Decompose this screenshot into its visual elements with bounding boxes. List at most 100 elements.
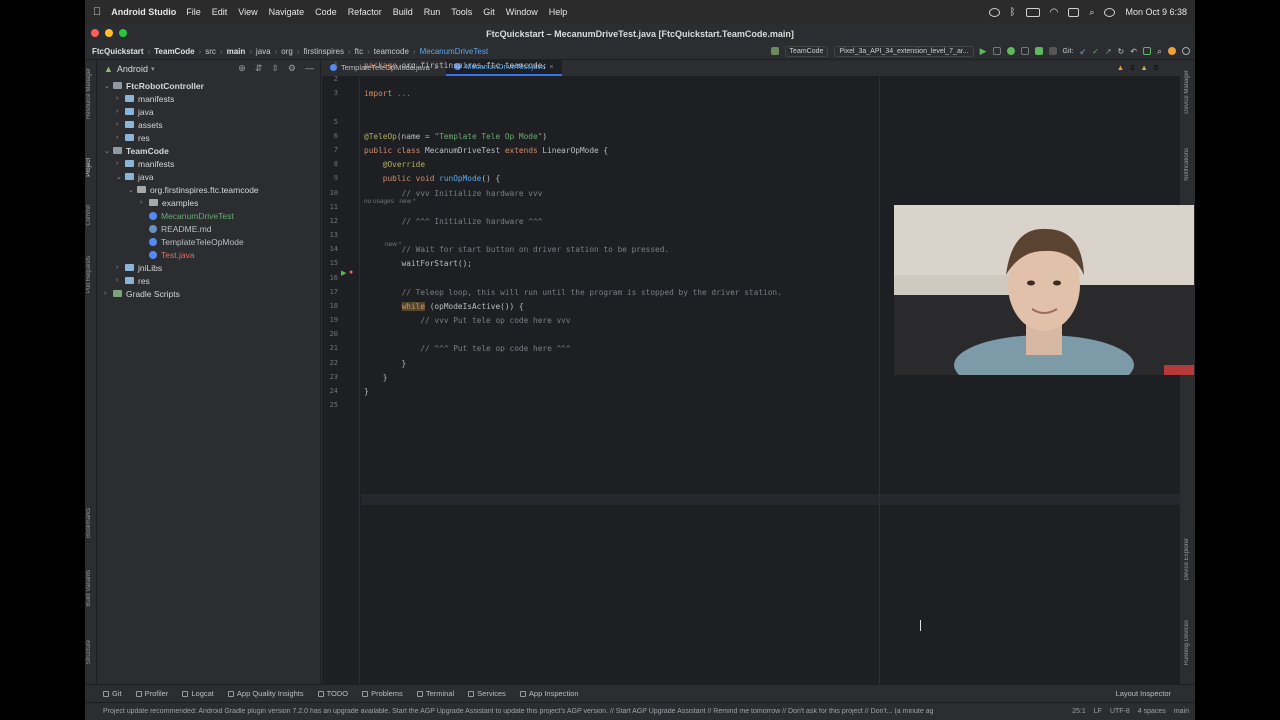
chevron-down-icon[interactable]: ⌄	[116, 173, 125, 181]
search-icon[interactable]: ⌕	[1089, 7, 1094, 18]
tree-item[interactable]: ⌄ FtcRobotController	[104, 79, 204, 92]
git-update-icon[interactable]: ↙	[1079, 47, 1086, 56]
git-branch[interactable]: main	[1174, 708, 1189, 715]
device-select[interactable]: Pixel_3a_API_34_extension_level_7_ar...	[834, 45, 974, 57]
menu-tools[interactable]: Tools	[451, 7, 472, 17]
run-config-select[interactable]: TeamCode	[784, 45, 829, 57]
tree-item[interactable]: MecanumDriveTest	[140, 209, 234, 222]
breadcrumb-item[interactable]: FtcQuickstart	[92, 47, 144, 56]
screen-record-icon[interactable]	[988, 7, 1000, 17]
override-gutter-icon[interactable]: ●	[349, 269, 353, 276]
breadcrumb-item[interactable]: src	[205, 47, 216, 56]
code-line[interactable]: }	[364, 373, 388, 382]
indent-setting[interactable]: 4 spaces	[1138, 708, 1166, 715]
tool-window-problems[interactable]: Problems	[362, 689, 403, 698]
code-line[interactable]: // vvv Put tele op code here vvv	[364, 316, 570, 325]
git-push-icon[interactable]: ↗	[1105, 47, 1112, 56]
battery-icon[interactable]	[1025, 7, 1040, 17]
code-line[interactable]: }	[364, 359, 407, 368]
code-line[interactable]: @TeleOp(name = "Template Tele Op Mode")	[364, 132, 547, 141]
structure-tab[interactable]: Structure	[86, 640, 92, 664]
menu-navigate[interactable]: Navigate	[269, 7, 305, 17]
debug-icon[interactable]	[1006, 47, 1015, 55]
tool-window-logcat[interactable]: Logcat	[182, 689, 214, 698]
menu-code[interactable]: Code	[315, 7, 337, 17]
tree-item[interactable]: › jniLibs	[116, 261, 162, 274]
code-line[interactable]: // ^^^ Initialize hardware ^^^	[364, 217, 543, 226]
breadcrumb-item[interactable]: MecanumDriveTest	[420, 47, 488, 56]
chevron-down-icon[interactable]: ⌄	[104, 147, 113, 155]
chevron-right-icon[interactable]: ›	[116, 121, 125, 128]
menu-git[interactable]: Git	[483, 7, 495, 17]
close-icon[interactable]: ×	[549, 62, 553, 71]
code-line[interactable]: }	[364, 387, 369, 396]
breadcrumb-item[interactable]: org	[281, 47, 293, 56]
chevron-down-icon[interactable]: ▾	[151, 65, 155, 73]
pull-requests-tab[interactable]: Pull Requests	[86, 256, 92, 293]
tool-window-todo[interactable]: TODO	[317, 689, 348, 698]
run-icon[interactable]: ▶	[980, 46, 987, 57]
device-explorer-tab[interactable]: Device Explorer	[1184, 538, 1190, 580]
file-encoding[interactable]: UTF-8	[1110, 708, 1130, 715]
code-line[interactable]: public class MecanumDriveTest extends Li…	[364, 146, 608, 155]
tool-window-terminal[interactable]: Terminal	[416, 689, 454, 698]
chevron-right-icon[interactable]: ›	[104, 290, 113, 297]
tree-item[interactable]: README.md	[140, 222, 212, 235]
history-icon[interactable]: ↻	[1118, 47, 1125, 56]
chevron-right-icon[interactable]: ›	[116, 277, 125, 284]
bookmarks-tab[interactable]: Bookmarks	[86, 508, 92, 538]
running-devices-tab[interactable]: Running Devices	[1184, 620, 1190, 665]
tree-item[interactable]: › assets	[116, 118, 163, 131]
breadcrumb-item[interactable]: java	[256, 47, 271, 56]
stop-icon[interactable]	[1048, 47, 1057, 55]
zoom-button[interactable]	[119, 29, 127, 37]
code-line[interactable]: package org.firstinspires.ftc.teamcode;	[364, 61, 547, 70]
device-manager-tab[interactable]: Device Manager	[1184, 70, 1190, 114]
bluetooth-icon[interactable]: ᛒ	[1010, 7, 1016, 18]
notifications-tab[interactable]: Notifications	[1184, 148, 1190, 181]
collapse-all-icon[interactable]: ⇳	[271, 63, 279, 74]
layout-inspector-button[interactable]: Layout Inspector	[1116, 689, 1195, 698]
tree-item[interactable]: › manifests	[116, 157, 174, 170]
locate-file-icon[interactable]: ⊕	[238, 63, 246, 74]
chevron-down-icon[interactable]: ⌄	[104, 82, 113, 90]
project-tab[interactable]: Project	[86, 158, 92, 177]
code-line[interactable]: import ...	[364, 89, 411, 98]
expand-all-icon[interactable]: ⇵	[255, 63, 263, 74]
tree-item[interactable]: ⌄ java	[116, 170, 154, 183]
chevron-right-icon[interactable]: ›	[116, 95, 125, 102]
author-hint[interactable]: new *	[385, 241, 401, 248]
breadcrumb-item[interactable]: teamcode	[374, 47, 409, 56]
code-line[interactable]: // ^^^ Put tele op code here ^^^	[364, 344, 570, 353]
wifi-icon[interactable]: ◠	[1050, 7, 1059, 18]
menu-refactor[interactable]: Refactor	[348, 7, 382, 17]
tree-item[interactable]: › Gradle Scripts	[104, 287, 180, 300]
chevron-right-icon[interactable]: ›	[116, 134, 125, 141]
run-gutter-icon[interactable]: ▶	[341, 269, 346, 277]
menu-file[interactable]: File	[186, 7, 201, 17]
chevron-right-icon[interactable]: ›	[116, 108, 125, 115]
apple-icon[interactable]: 	[93, 6, 101, 18]
caret-position[interactable]: 25:1	[1072, 708, 1086, 715]
chevron-down-icon[interactable]: ⌄	[128, 186, 137, 194]
chevron-right-icon[interactable]: ›	[116, 264, 125, 271]
tool-window-app-inspection[interactable]: App Inspection	[519, 689, 579, 698]
settings-icon[interactable]	[1182, 47, 1190, 55]
clock[interactable]: Mon Oct 9 6:38	[1125, 7, 1187, 17]
siri-icon[interactable]	[1104, 7, 1116, 17]
view-mode-select[interactable]: Android	[117, 64, 148, 74]
breadcrumb-item[interactable]: firstinspires	[304, 47, 344, 56]
line-separator[interactable]: LF	[1094, 708, 1102, 715]
tree-item[interactable]: ⌄ org.firstinspires.ftc.teamcode	[128, 183, 259, 196]
git-commit-icon[interactable]: ✓	[1092, 47, 1099, 56]
code-line[interactable]: // Teleop loop, this will run until the …	[364, 288, 782, 297]
updates-icon[interactable]	[1168, 47, 1176, 55]
chevron-right-icon[interactable]: ›	[116, 160, 125, 167]
tree-item[interactable]: ⌄ TeamCode	[104, 144, 169, 157]
tree-item[interactable]: › res	[116, 274, 150, 287]
tool-window-services[interactable]: Services	[468, 689, 506, 698]
profile-icon[interactable]	[1020, 47, 1029, 55]
tool-window-profiler[interactable]: Profiler	[135, 689, 168, 698]
tree-item[interactable]: › manifests	[116, 92, 174, 105]
rerun-icon[interactable]	[992, 47, 1001, 55]
